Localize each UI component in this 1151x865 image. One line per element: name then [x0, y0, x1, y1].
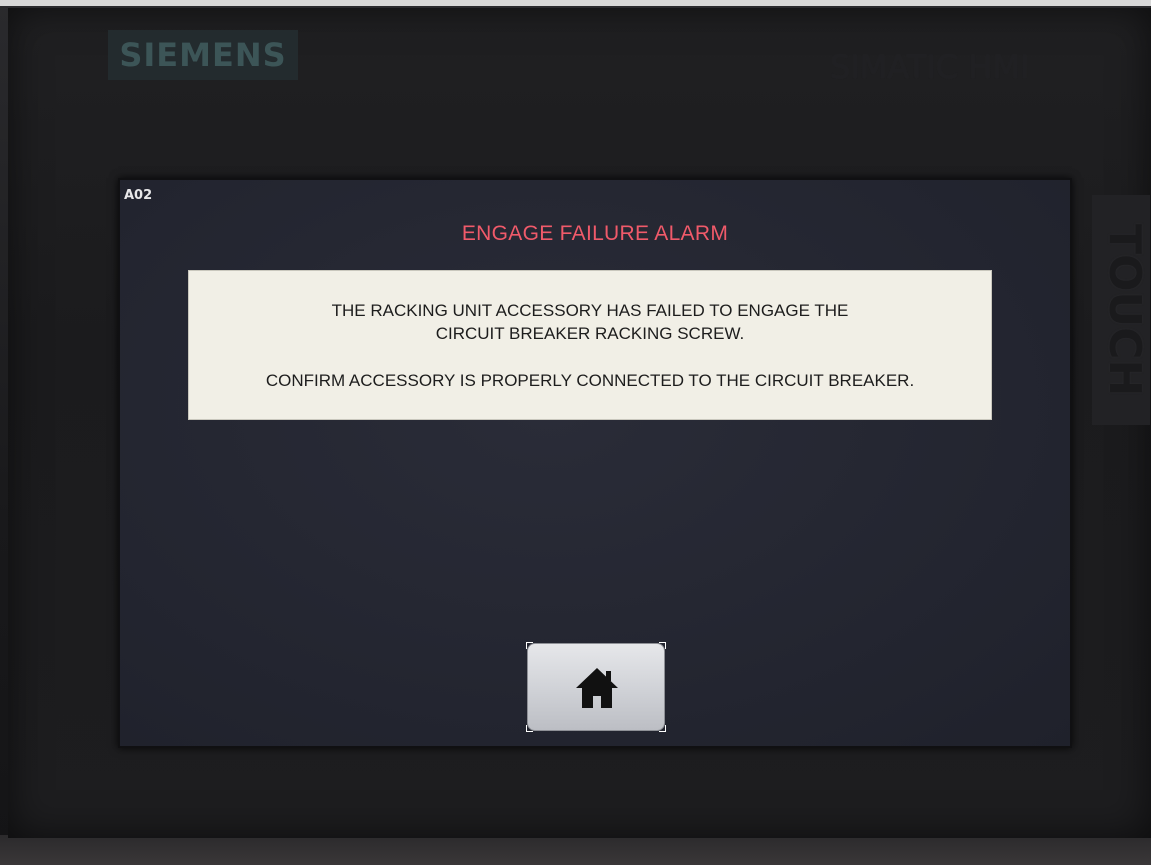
alarm-message-box: THE RACKING UNIT ACCESSORY HAS FAILED TO… — [188, 270, 992, 420]
simatic-hmi-logo: SIMATIC HMI — [830, 48, 1030, 86]
alarm-title: ENGAGE FAILURE ALARM — [461, 222, 729, 245]
touch-side-label: TOUCH — [1092, 195, 1150, 425]
message-line-3: CONFIRM ACCESSORY IS PROPERLY CONNECTED … — [265, 371, 915, 390]
home-button[interactable] — [526, 642, 666, 732]
hmi-screen: A02 ENGAGE FAILURE ALARM THE RACKING UNI… — [118, 178, 1072, 748]
focus-corner — [526, 725, 533, 732]
focus-corner — [659, 642, 666, 649]
focus-corner — [526, 642, 533, 649]
focus-corner — [659, 725, 666, 732]
message-line-1: THE RACKING UNIT ACCESSORY HAS FAILED TO… — [331, 301, 849, 320]
screen-id: A02 — [124, 188, 153, 203]
message-line-2: CIRCUIT BREAKER RACKING SCREW. — [435, 324, 745, 343]
siemens-logo: SIEMENS — [108, 30, 298, 80]
home-icon — [576, 668, 618, 708]
